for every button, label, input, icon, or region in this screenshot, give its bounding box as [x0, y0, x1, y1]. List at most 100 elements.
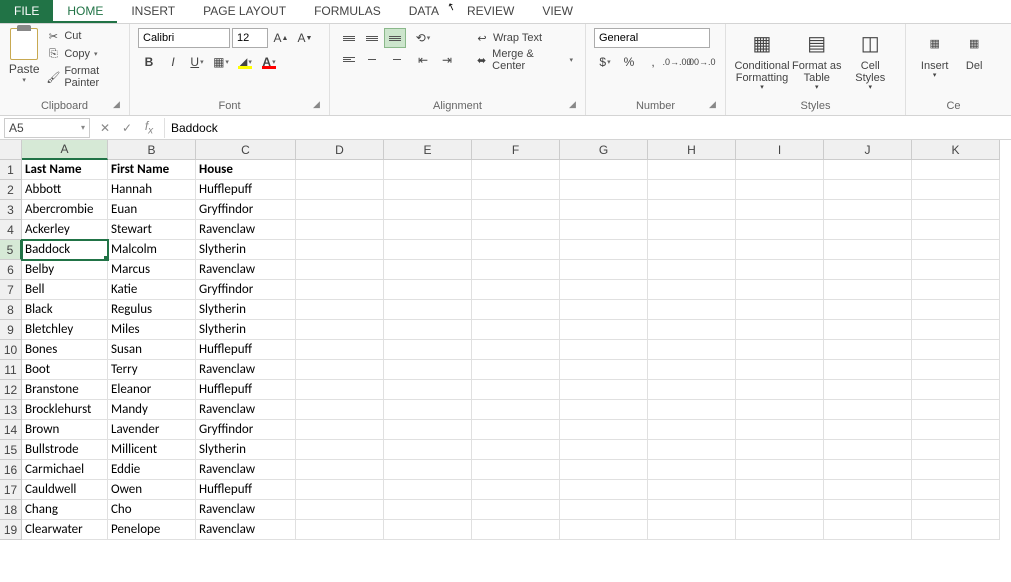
column-header-I[interactable]: I: [736, 140, 824, 160]
cell-B6[interactable]: Marcus: [108, 260, 196, 280]
increase-indent-button[interactable]: ⇥: [436, 50, 458, 70]
column-header-J[interactable]: J: [824, 140, 912, 160]
cell-C5[interactable]: Slytherin: [196, 240, 296, 260]
cell-F15[interactable]: [472, 440, 560, 460]
cell-H1[interactable]: [648, 160, 736, 180]
row-header-13[interactable]: 13: [0, 400, 22, 420]
font-name-combo[interactable]: [138, 28, 230, 48]
cell-G9[interactable]: [560, 320, 648, 340]
cell-K13[interactable]: [912, 400, 1000, 420]
cell-K7[interactable]: [912, 280, 1000, 300]
cell-K12[interactable]: [912, 380, 1000, 400]
cell-K2[interactable]: [912, 180, 1000, 200]
increase-decimal-button[interactable]: .0→.00: [666, 52, 688, 72]
align-center-button[interactable]: [361, 49, 383, 69]
tab-insert[interactable]: INSERT: [117, 0, 189, 23]
name-box[interactable]: A5: [4, 118, 90, 138]
cell-K1[interactable]: [912, 160, 1000, 180]
cell-J8[interactable]: [824, 300, 912, 320]
cell-grid[interactable]: Last NameFirst NameHouseAbbottHannahHuff…: [22, 160, 1000, 540]
cell-A2[interactable]: Abbott: [22, 180, 108, 200]
cell-F16[interactable]: [472, 460, 560, 480]
cell-C14[interactable]: Gryffindor: [196, 420, 296, 440]
row-header-2[interactable]: 2: [0, 180, 22, 200]
cell-C16[interactable]: Ravenclaw: [196, 460, 296, 480]
cell-B11[interactable]: Terry: [108, 360, 196, 380]
merge-center-button[interactable]: ⬌ Merge & Center ▾: [471, 50, 577, 70]
cell-E13[interactable]: [384, 400, 472, 420]
conditional-formatting-button[interactable]: ▦ Conditional Formatting▾: [734, 28, 790, 94]
cell-H13[interactable]: [648, 400, 736, 420]
cell-K14[interactable]: [912, 420, 1000, 440]
cell-H9[interactable]: [648, 320, 736, 340]
bold-button[interactable]: B: [138, 52, 160, 72]
row-header-17[interactable]: 17: [0, 480, 22, 500]
cell-G2[interactable]: [560, 180, 648, 200]
cell-J3[interactable]: [824, 200, 912, 220]
column-header-D[interactable]: D: [296, 140, 384, 160]
cell-I13[interactable]: [736, 400, 824, 420]
row-header-16[interactable]: 16: [0, 460, 22, 480]
paste-button[interactable]: Paste ▾: [8, 28, 40, 84]
cell-B18[interactable]: Cho: [108, 500, 196, 520]
row-header-11[interactable]: 11: [0, 360, 22, 380]
cell-B4[interactable]: Stewart: [108, 220, 196, 240]
cell-D12[interactable]: [296, 380, 384, 400]
cell-J15[interactable]: [824, 440, 912, 460]
cell-D4[interactable]: [296, 220, 384, 240]
cell-E8[interactable]: [384, 300, 472, 320]
cell-D13[interactable]: [296, 400, 384, 420]
cell-H7[interactable]: [648, 280, 736, 300]
cell-K6[interactable]: [912, 260, 1000, 280]
cell-F8[interactable]: [472, 300, 560, 320]
cell-F10[interactable]: [472, 340, 560, 360]
cell-G12[interactable]: [560, 380, 648, 400]
row-header-1[interactable]: 1: [0, 160, 22, 180]
cell-J16[interactable]: [824, 460, 912, 480]
cell-A17[interactable]: Cauldwell: [22, 480, 108, 500]
cell-J18[interactable]: [824, 500, 912, 520]
cell-C7[interactable]: Gryffindor: [196, 280, 296, 300]
cell-G3[interactable]: [560, 200, 648, 220]
cut-button[interactable]: ✂ Cut: [44, 28, 121, 44]
cell-C6[interactable]: Ravenclaw: [196, 260, 296, 280]
cell-D8[interactable]: [296, 300, 384, 320]
row-header-8[interactable]: 8: [0, 300, 22, 320]
cell-C1[interactable]: House: [196, 160, 296, 180]
cell-H2[interactable]: [648, 180, 736, 200]
tab-review[interactable]: REVIEW: [453, 0, 528, 23]
cell-F9[interactable]: [472, 320, 560, 340]
cell-E3[interactable]: [384, 200, 472, 220]
fill-color-button[interactable]: ◢: [234, 52, 256, 72]
cell-J10[interactable]: [824, 340, 912, 360]
align-top-button[interactable]: [338, 28, 360, 48]
cell-E18[interactable]: [384, 500, 472, 520]
cell-G13[interactable]: [560, 400, 648, 420]
cell-I12[interactable]: [736, 380, 824, 400]
cell-F7[interactable]: [472, 280, 560, 300]
cell-C19[interactable]: Ravenclaw: [196, 520, 296, 540]
cell-C10[interactable]: Hufflepuff: [196, 340, 296, 360]
select-all-corner[interactable]: [0, 140, 22, 160]
column-header-A[interactable]: A: [22, 140, 108, 160]
align-middle-button[interactable]: [361, 28, 383, 48]
cell-K9[interactable]: [912, 320, 1000, 340]
cell-E2[interactable]: [384, 180, 472, 200]
cell-A8[interactable]: Black: [22, 300, 108, 320]
cell-K4[interactable]: [912, 220, 1000, 240]
cell-D11[interactable]: [296, 360, 384, 380]
cell-E7[interactable]: [384, 280, 472, 300]
cell-F14[interactable]: [472, 420, 560, 440]
cell-H19[interactable]: [648, 520, 736, 540]
cell-K17[interactable]: [912, 480, 1000, 500]
cell-J6[interactable]: [824, 260, 912, 280]
cell-I9[interactable]: [736, 320, 824, 340]
cell-G14[interactable]: [560, 420, 648, 440]
delete-cells-button[interactable]: ▦ Del: [955, 28, 993, 74]
row-header-12[interactable]: 12: [0, 380, 22, 400]
cell-F13[interactable]: [472, 400, 560, 420]
cell-J19[interactable]: [824, 520, 912, 540]
cell-I6[interactable]: [736, 260, 824, 280]
cell-D18[interactable]: [296, 500, 384, 520]
cell-F6[interactable]: [472, 260, 560, 280]
